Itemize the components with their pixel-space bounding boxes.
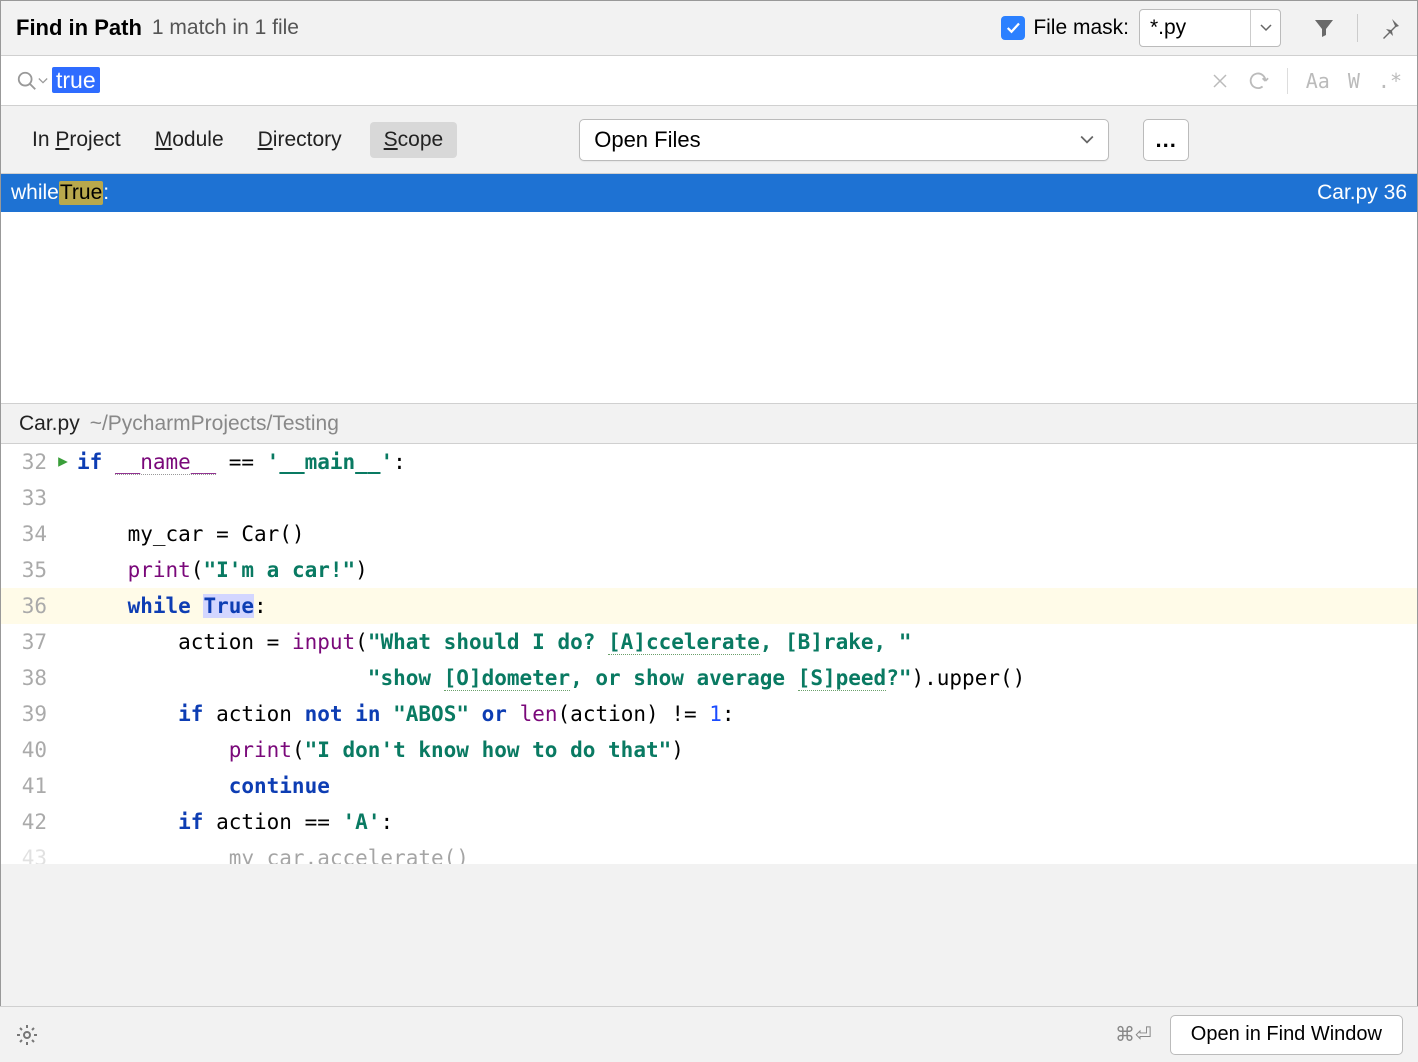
clear-icon[interactable]	[1211, 72, 1229, 90]
line-number: 35	[1, 552, 57, 588]
line-number: 38	[1, 660, 57, 696]
filter-icon[interactable]	[1311, 16, 1337, 40]
code-content: if action not in "ABOS" or len(action) !…	[77, 696, 735, 732]
code-content: if action == 'A':	[77, 804, 393, 840]
search-term-text: true	[52, 67, 100, 93]
file-mask-input[interactable]	[1140, 16, 1250, 40]
shortcut-hint: ⌘⏎	[1115, 1022, 1152, 1047]
code-line[interactable]: 35 print("I'm a car!")	[1, 552, 1417, 588]
line-number: 40	[1, 732, 57, 768]
code-line[interactable]: 33	[1, 480, 1417, 516]
result-line: 36	[1384, 181, 1407, 204]
title-bar: Find in Path 1 match in 1 file File mask…	[1, 1, 1417, 56]
code-line[interactable]: 37 action = input("What should I do? [A]…	[1, 624, 1417, 660]
match-count: 1 match in 1 file	[152, 16, 299, 40]
code-line[interactable]: 40 print("I don't know how to do that")	[1, 732, 1417, 768]
line-number: 33	[1, 480, 57, 516]
line-number: 42	[1, 804, 57, 840]
tab-module[interactable]: Module	[149, 124, 230, 156]
dialog-title: Find in Path	[16, 15, 142, 41]
file-mask-dropdown[interactable]	[1250, 10, 1280, 46]
code-line[interactable]: 32 if __name__ == '__main__':	[1, 444, 1417, 480]
line-number: 41	[1, 768, 57, 804]
preview-filename: Car.py	[19, 412, 80, 436]
code-line[interactable]: 38 "show [O]dometer, or show average [S]…	[1, 660, 1417, 696]
code-preview[interactable]: 32 if __name__ == '__main__': 3334 my_car …	[1, 444, 1417, 864]
chevron-down-icon	[1260, 24, 1272, 32]
code-content: print("I'm a car!")	[77, 552, 368, 588]
code-content: "show [O]dometer, or show average [S]pee…	[77, 660, 1025, 696]
line-number: 34	[1, 516, 57, 552]
code-content: continue	[77, 768, 330, 804]
run-gutter	[57, 732, 77, 768]
run-icon[interactable]	[57, 456, 69, 468]
match-case-toggle[interactable]: Aa	[1306, 69, 1330, 93]
code-content: print("I don't know how to do that")	[77, 732, 684, 768]
line-number: 37	[1, 624, 57, 660]
code-content: while True:	[77, 588, 267, 624]
run-gutter	[57, 516, 77, 552]
code-content: my_car = Car()	[77, 516, 305, 552]
run-gutter	[57, 624, 77, 660]
code-line[interactable]: 36 while True:	[1, 588, 1417, 624]
code-content: if __name__ == '__main__':	[77, 444, 406, 480]
history-icon[interactable]	[1247, 71, 1269, 91]
words-toggle[interactable]: W	[1348, 69, 1360, 93]
search-row: true Aa W .*	[1, 56, 1417, 106]
line-number: 43	[1, 840, 57, 864]
regex-toggle[interactable]: .*	[1378, 69, 1402, 93]
run-gutter	[57, 840, 77, 864]
code-line[interactable]: 42 if action == 'A':	[1, 804, 1417, 840]
run-gutter	[57, 768, 77, 804]
code-content: my_car.accelerate()	[77, 840, 469, 864]
tab-scope[interactable]: Scope	[370, 122, 458, 158]
code-content: action = input("What should I do? [A]cce…	[77, 624, 911, 660]
result-prefix: while	[11, 181, 59, 205]
run-gutter	[57, 480, 77, 516]
run-gutter	[57, 696, 77, 732]
result-row[interactable]: while True: Car.py 36	[1, 174, 1417, 212]
run-gutter	[57, 588, 77, 624]
code-line[interactable]: 34 my_car = Car()	[1, 516, 1417, 552]
preview-filepath: ~/PycharmProjects/Testing	[90, 412, 339, 436]
preview-header: Car.py ~/PycharmProjects/Testing	[1, 404, 1417, 444]
scope-dropdown[interactable]: Open Files	[579, 119, 1109, 161]
check-icon	[1004, 19, 1022, 37]
result-match: True	[59, 181, 103, 205]
result-file: Car.py	[1317, 181, 1378, 204]
scope-row: In Project Module Directory Scope Open F…	[1, 106, 1417, 174]
tab-in-project[interactable]: In Project	[26, 124, 127, 156]
result-suffix: :	[103, 181, 109, 205]
line-number: 32	[1, 444, 57, 480]
tab-directory[interactable]: Directory	[252, 124, 348, 156]
chevron-down-icon	[1080, 135, 1094, 145]
line-number: 36	[1, 588, 57, 624]
run-gutter	[57, 444, 77, 480]
bottom-bar: ⌘⏎ Open in Find Window	[0, 1006, 1418, 1062]
open-in-find-window-button[interactable]: Open in Find Window	[1170, 1015, 1403, 1055]
run-gutter	[57, 804, 77, 840]
pin-icon[interactable]	[1378, 16, 1402, 40]
settings-icon[interactable]	[15, 1023, 39, 1047]
code-line[interactable]: 41 continue	[1, 768, 1417, 804]
scope-dropdown-value: Open Files	[594, 127, 700, 153]
run-gutter	[57, 660, 77, 696]
code-line[interactable]: 43 my_car.accelerate()	[1, 840, 1417, 864]
browse-scope-button[interactable]: ...	[1143, 119, 1189, 161]
file-mask-field[interactable]	[1139, 9, 1281, 47]
search-icon[interactable]	[16, 70, 48, 92]
search-input[interactable]: true	[52, 67, 1211, 94]
code-line[interactable]: 39 if action not in "ABOS" or len(action…	[1, 696, 1417, 732]
results-area	[1, 212, 1417, 404]
file-mask-label: File mask:	[1033, 16, 1129, 40]
line-number: 39	[1, 696, 57, 732]
file-mask-checkbox[interactable]	[1001, 16, 1025, 40]
run-gutter	[57, 552, 77, 588]
